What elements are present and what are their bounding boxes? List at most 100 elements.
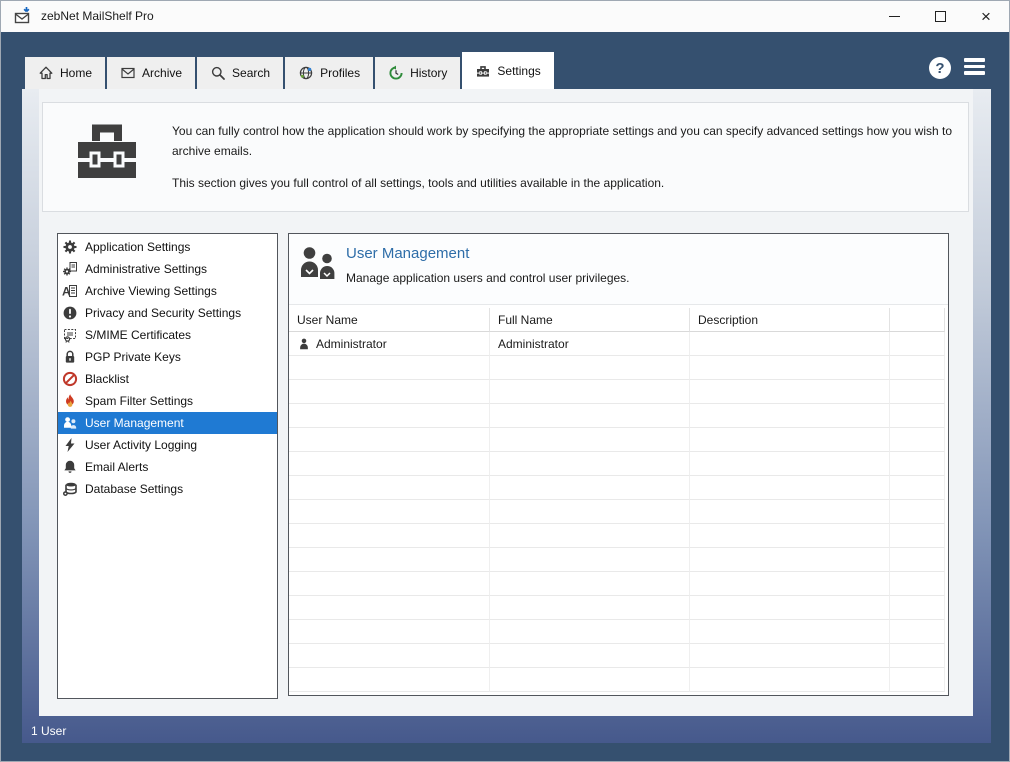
sidebar-item-application-settings[interactable]: Application Settings [58,236,277,258]
table-row-empty[interactable] [289,428,948,452]
status-bar-text: 1 User [31,724,66,738]
title-bar: zebNet MailShelf Pro × [1,1,1009,32]
table-row-empty[interactable] [289,452,948,476]
client-area: You can fully control how the applicatio… [22,89,991,743]
sidebar-item-label: Privacy and Security Settings [85,306,241,320]
sidebar-item-label: Blacklist [85,372,129,386]
table-cell [890,452,945,476]
table-row-empty[interactable] [289,668,948,692]
table-cell [690,332,890,356]
table-row-empty[interactable] [289,548,948,572]
tab-label: Archive [142,66,182,80]
close-button[interactable]: × [963,1,1009,32]
tab-home[interactable]: Home [25,57,105,89]
sidebar-item-s-mime-certificates[interactable]: S/MIME Certificates [58,324,277,346]
sidebar-item-archive-viewing-settings[interactable]: AArchive Viewing Settings [58,280,277,302]
main-tab-bar: Home Archive Search Profiles History Settings [25,52,556,89]
table-row-empty[interactable] [289,404,948,428]
warning-circle-icon [62,305,78,321]
tab-label: Settings [497,64,540,78]
table-cell: Administrator [490,332,690,356]
table-cell [890,596,945,620]
table-cell [690,500,890,524]
table-cell [289,428,490,452]
sidebar-item-label: PGP Private Keys [85,350,181,364]
sidebar-item-email-alerts[interactable]: Email Alerts [58,456,277,478]
intro-text: You can fully control how the applicatio… [172,122,962,193]
column-header-full-name[interactable]: Full Name [490,308,690,332]
column-header-user-name[interactable]: User Name [289,308,490,332]
help-button[interactable]: ? [929,57,951,79]
sidebar-item-privacy-and-security-settings[interactable]: Privacy and Security Settings [58,302,277,324]
cell-text: Administrator [316,337,387,351]
sidebar-item-user-management[interactable]: User Management [58,412,277,434]
maximize-button[interactable] [917,1,963,32]
users-icon [62,415,78,431]
table-row-user[interactable]: Administrator Administrator [289,332,948,356]
table-cell [490,380,690,404]
table-row-empty[interactable] [289,476,948,500]
table-cell [890,332,945,356]
minimize-button[interactable] [871,1,917,32]
table-cell [490,404,690,428]
toolbox-icon [475,63,491,79]
sidebar-item-label: User Management [85,416,184,430]
mail-arrow-logo-icon [13,6,33,26]
svg-text:A: A [62,285,71,299]
sidebar-item-label: S/MIME Certificates [85,328,191,342]
table-cell [490,596,690,620]
users-table-header: User NameFull NameDescription [289,308,948,332]
bolt-icon [62,437,78,453]
table-cell [890,572,945,596]
window-controls: × [871,1,1009,32]
table-cell [890,548,945,572]
sidebar-item-database-settings[interactable]: Database Settings [58,478,277,500]
envelope-icon [120,65,136,81]
table-row-empty[interactable] [289,356,948,380]
table-row-empty[interactable] [289,644,948,668]
table-row-empty[interactable] [289,620,948,644]
column-header-description[interactable]: Description [690,308,890,332]
table-cell [289,572,490,596]
sidebar-item-spam-filter-settings[interactable]: Spam Filter Settings [58,390,277,412]
flame-icon [62,393,78,409]
table-cell [690,452,890,476]
globe-icon [298,65,314,81]
table-cell [690,668,890,692]
table-row-empty[interactable] [289,524,948,548]
table-cell [490,476,690,500]
tab-profiles[interactable]: Profiles [285,57,373,89]
table-cell [890,524,945,548]
sidebar-item-label: Spam Filter Settings [85,394,193,408]
panel-header: User Management Manage application users… [289,234,948,305]
table-cell [890,380,945,404]
table-cell [890,356,945,380]
tab-label: History [410,66,447,80]
table-row-empty[interactable] [289,500,948,524]
table-cell [490,644,690,668]
table-cell [289,452,490,476]
tab-archive[interactable]: Archive [107,57,195,89]
table-cell [289,476,490,500]
window-title: zebNet MailShelf Pro [41,1,154,32]
hamburger-menu-icon [964,58,985,62]
table-cell [890,428,945,452]
table-row-empty[interactable] [289,380,948,404]
sidebar-item-blacklist[interactable]: Blacklist [58,368,277,390]
column-header-empty[interactable] [890,308,945,332]
table-cell [690,428,890,452]
sidebar-item-pgp-private-keys[interactable]: PGP Private Keys [58,346,277,368]
sidebar-item-administrative-settings[interactable]: Administrative Settings [58,258,277,280]
table-row-empty[interactable] [289,596,948,620]
sidebar-item-user-activity-logging[interactable]: User Activity Logging [58,434,277,456]
menu-button[interactable] [964,58,985,75]
table-cell [490,356,690,380]
tab-history[interactable]: History [375,57,460,89]
intro-box: You can fully control how the applicatio… [42,102,969,212]
toolbox-large-icon [74,119,140,183]
table-row-empty[interactable] [289,572,948,596]
users-table-body: Administrator Administrator [289,332,948,692]
tab-settings[interactable]: Settings [462,52,553,89]
tab-label: Profiles [320,66,360,80]
tab-search[interactable]: Search [197,57,283,89]
